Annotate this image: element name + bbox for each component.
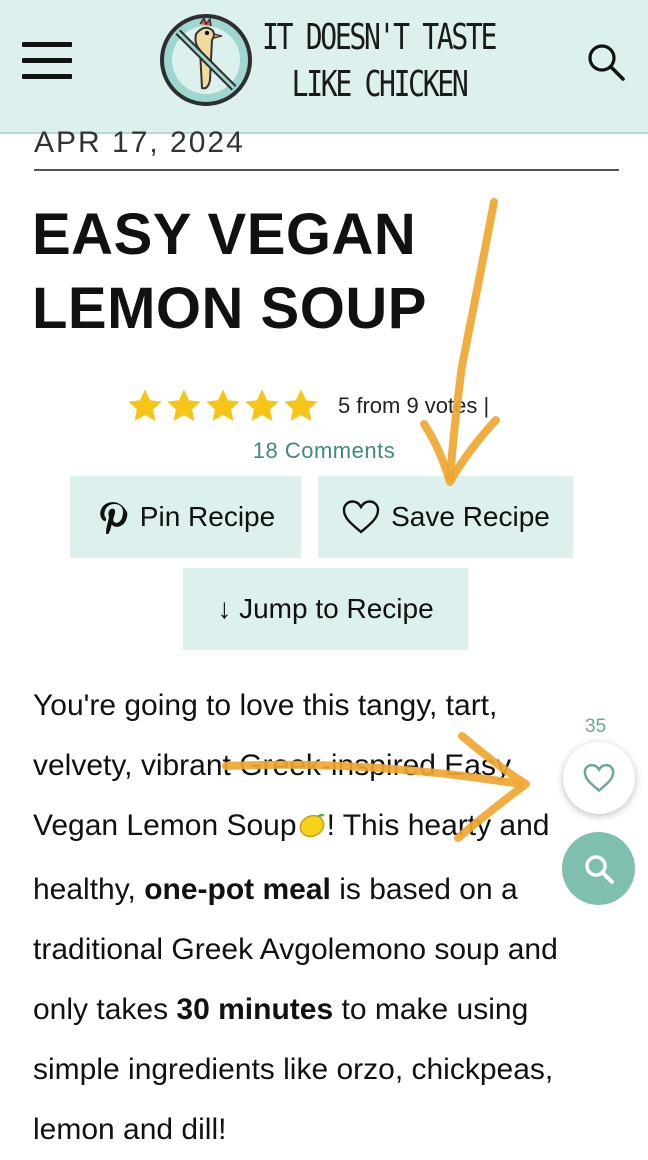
site-header: IT DOESN'T TASTE LIKE CHICKEN: [0, 0, 648, 134]
star-icon: [284, 389, 318, 422]
star-icon: [206, 389, 240, 422]
intro-bold-1: one-pot meal: [144, 873, 331, 906]
heart-outline-icon: [583, 763, 615, 793]
jump-to-recipe-button[interactable]: ↓ Jump to Recipe: [183, 568, 468, 650]
intro-paragraph: You're going to love this tangy, tart, v…: [33, 676, 593, 1160]
chicken-logo-icon: [160, 14, 252, 106]
star-icon: [245, 389, 279, 422]
page-title: EASY VEGAN LEMON SOUP: [32, 198, 592, 346]
intro-bold-2: 30 minutes: [176, 993, 334, 1026]
rating-votes: 5 from 9 votes |: [338, 393, 490, 418]
pinterest-icon: [100, 502, 128, 534]
star-icon: [128, 389, 162, 422]
star-icon: [167, 389, 201, 422]
title-line-2: LEMON SOUP: [32, 276, 427, 341]
comments-link[interactable]: 18 Comments: [0, 438, 648, 464]
logo-line-2: LIKE CHICKEN: [291, 64, 469, 105]
search-icon[interactable]: [584, 40, 628, 84]
site-logo[interactable]: IT DOESN'T TASTE LIKE CHICKEN: [156, 8, 506, 113]
favorite-button[interactable]: [563, 742, 635, 814]
lemon-emoji-icon: [297, 800, 327, 860]
logo-text: IT DOESN'T TASTE LIKE CHICKEN: [262, 14, 497, 108]
favorites-count: 35: [585, 716, 607, 737]
save-recipe-button[interactable]: Save Recipe: [318, 476, 573, 558]
pin-recipe-button[interactable]: Pin Recipe: [70, 476, 301, 558]
floating-search-button[interactable]: [562, 832, 635, 905]
post-date: APR 17, 2024: [34, 118, 619, 171]
star-rating[interactable]: [126, 387, 320, 425]
pin-recipe-label: Pin Recipe: [139, 501, 276, 532]
jump-to-recipe-label: ↓ Jump to Recipe: [217, 593, 434, 624]
logo-line-1: IT DOESN'T TASTE: [262, 17, 497, 58]
search-icon: [584, 854, 614, 884]
heart-icon: [342, 500, 380, 534]
title-line-1: EASY VEGAN: [32, 202, 417, 267]
recipe-rating[interactable]: 5 from 9 votes |: [126, 384, 489, 428]
menu-icon[interactable]: [22, 42, 74, 80]
save-recipe-label: Save Recipe: [391, 501, 550, 532]
